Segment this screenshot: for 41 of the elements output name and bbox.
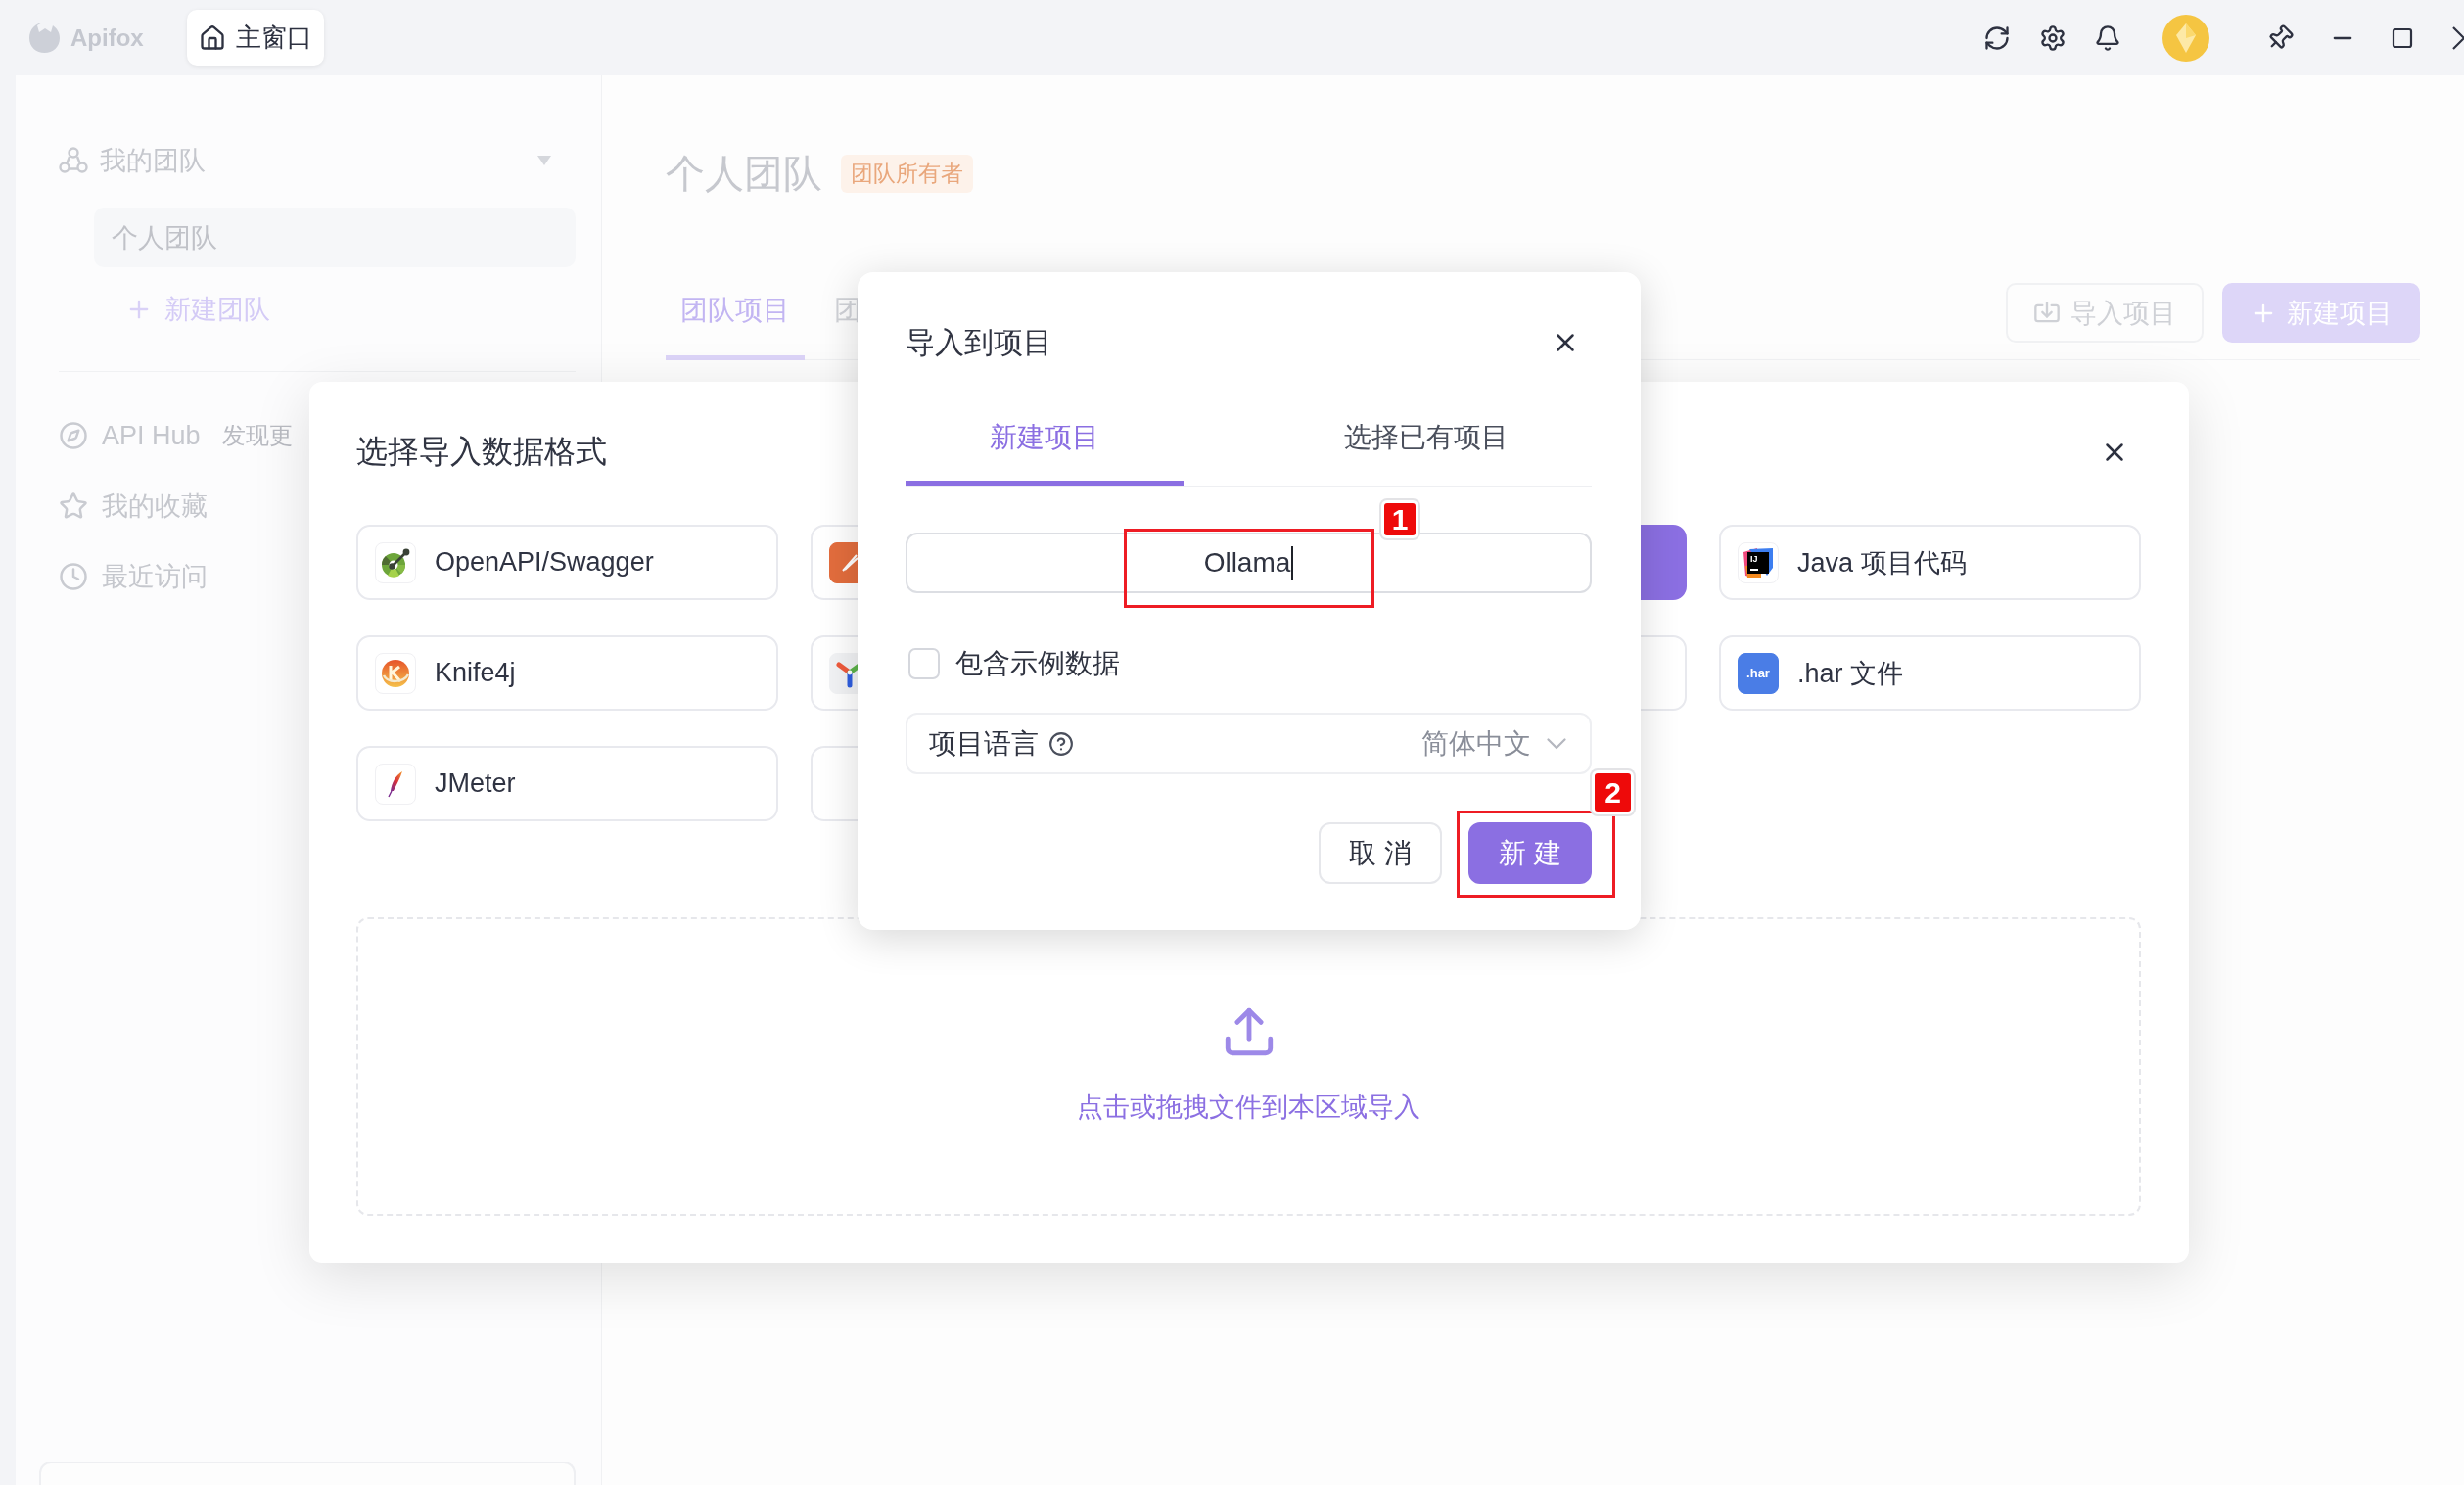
help-icon[interactable] xyxy=(1048,730,1074,757)
maximize-icon[interactable] xyxy=(2391,25,2414,50)
language-select[interactable]: 项目语言 简体中文 xyxy=(906,713,1592,774)
refresh-icon[interactable] xyxy=(1983,23,2011,52)
format-card[interactable]: IJ Java 项目代码 xyxy=(1719,525,2141,600)
compass-icon xyxy=(59,421,88,450)
chevron-down-icon xyxy=(1547,737,1566,750)
gauge-logo-icon xyxy=(375,541,416,583)
dialog-tab[interactable]: 新建项目 xyxy=(906,403,1184,486)
settings-icon[interactable] xyxy=(2039,23,2067,52)
format-card[interactable]: .har .har 文件 xyxy=(1719,635,2141,711)
drop-zone-text: 点击或拖拽文件到本区域导入 xyxy=(1077,1091,1420,1124)
dialog-tab[interactable]: 选择已有项目 xyxy=(1184,403,1592,486)
clock-icon xyxy=(59,562,88,591)
project-name-input[interactable]: Ollama xyxy=(906,533,1592,593)
format-card[interactable]: JMeter xyxy=(356,746,778,821)
text-cursor-icon xyxy=(1291,546,1294,580)
team-icon xyxy=(59,146,88,175)
step-badge: 1 xyxy=(1381,500,1418,538)
checkbox[interactable] xyxy=(908,648,940,679)
checkbox-label: 包含示例数据 xyxy=(955,647,1120,680)
window-tab[interactable]: 主窗口 xyxy=(186,10,324,66)
cancel-button[interactable]: 取 消 xyxy=(1319,822,1442,884)
step-badge: 2 xyxy=(1592,770,1634,814)
home-icon xyxy=(198,23,226,52)
nav-hint: 发现更 xyxy=(221,421,293,450)
har-file-icon: .har xyxy=(1738,652,1779,694)
star-icon xyxy=(59,491,88,521)
dialog-title: 导入到项目 xyxy=(906,324,1052,360)
create-button[interactable]: 新 建 xyxy=(1468,822,1592,884)
dialog-title: 选择导入数据格式 xyxy=(356,433,607,471)
close-icon[interactable] xyxy=(2452,25,2464,50)
format-card[interactable]: Knife4j xyxy=(356,635,778,711)
language-label: 项目语言 xyxy=(929,726,1039,761)
language-value: 简体中文 xyxy=(1421,726,1531,761)
format-card[interactable]: OpenAPI/Swagger xyxy=(356,525,778,600)
ide-logo-icon: IJ xyxy=(1738,541,1779,583)
notification-icon[interactable] xyxy=(2094,23,2121,52)
circle-logo-icon xyxy=(375,652,416,694)
role-badge: 团队所有者 xyxy=(841,154,973,193)
feather-icon xyxy=(375,763,416,805)
